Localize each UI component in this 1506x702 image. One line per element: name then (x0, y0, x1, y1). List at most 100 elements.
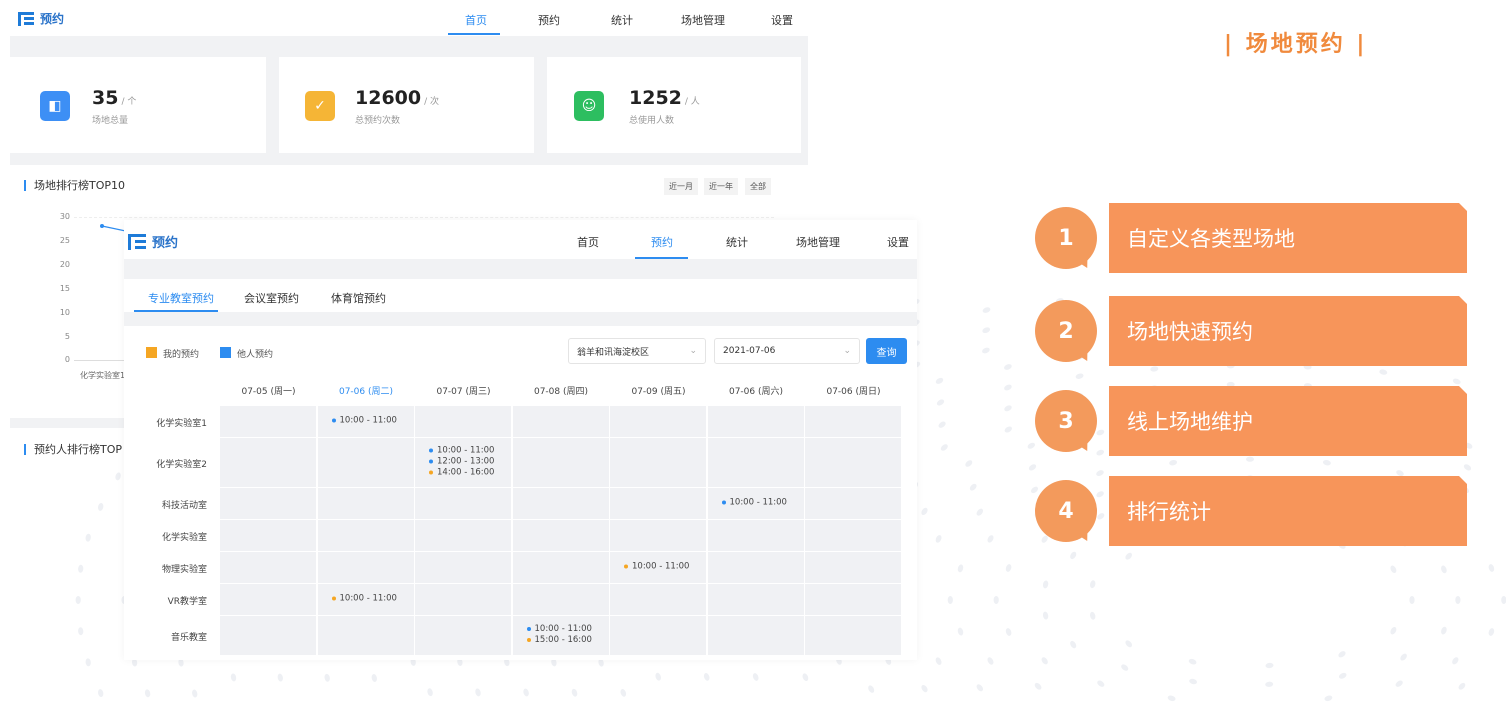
schedule-cell[interactable] (220, 584, 316, 615)
schedule-cell[interactable] (415, 488, 511, 519)
schedule-cell[interactable] (317, 438, 414, 487)
schedule-cell[interactable] (220, 616, 316, 655)
background-dot (1390, 626, 1397, 635)
background-dot (1246, 456, 1254, 462)
schedule-cell[interactable] (415, 584, 511, 615)
booking-slot[interactable]: 15:00 - 16:00 (526, 635, 592, 646)
schedule-cell[interactable] (220, 552, 316, 583)
banner-title: | 场地预约 | (1224, 32, 1368, 57)
schedule-cell[interactable] (707, 552, 804, 583)
nav-settings[interactable]: 设置 (771, 12, 793, 28)
background-dot (85, 533, 91, 542)
booking-slot[interactable]: 10:00 - 11:00 (331, 416, 397, 427)
schedule-cell[interactable] (707, 616, 804, 655)
schedule-cell[interactable] (805, 406, 901, 437)
schedule-cell[interactable] (805, 488, 901, 519)
range-month-button[interactable]: 近一月 (664, 178, 698, 195)
schedule-cell[interactable]: 10:00 - 11:00 (707, 488, 804, 519)
schedule-cell[interactable] (220, 488, 316, 519)
schedule-cell[interactable] (610, 438, 706, 487)
schedule-cell[interactable] (415, 552, 511, 583)
tab-classroom[interactable]: 专业教室预约 (148, 290, 214, 306)
schedule-cell[interactable]: 10:00 - 11:00 (317, 584, 414, 615)
feature-number: 4 (1035, 480, 1097, 542)
nav-venue-manage[interactable]: 场地管理 (681, 12, 725, 28)
range-all-button[interactable]: 全部 (745, 178, 771, 195)
background-dot (1034, 682, 1042, 690)
tab-meeting-room[interactable]: 会议室预约 (244, 290, 299, 306)
schedule-cell[interactable] (805, 552, 901, 583)
background-dot (230, 673, 237, 682)
app-logo[interactable]: 预约 (18, 10, 64, 27)
background-dot (1070, 640, 1077, 649)
schedule-cell[interactable] (610, 584, 706, 615)
schedule-cell[interactable] (610, 616, 706, 655)
schedule-cell[interactable] (415, 616, 511, 655)
schedule-cell[interactable] (317, 552, 414, 583)
background-dot (1452, 378, 1461, 385)
app-logo[interactable]: 预约 (128, 232, 178, 251)
schedule-cell[interactable] (805, 584, 901, 615)
schedule-cell[interactable] (415, 520, 511, 551)
booking-slot[interactable]: 10:00 - 11:00 (624, 562, 689, 573)
schedule-cell[interactable] (220, 406, 316, 437)
schedule-cell[interactable]: 10:00 - 11:00 15:00 - 16:00 (512, 616, 609, 655)
schedule-cell[interactable] (512, 520, 609, 551)
background-dot (969, 483, 977, 491)
room-label: 化学实验室1 (156, 418, 207, 429)
query-button[interactable]: 查询 (866, 338, 907, 364)
schedule-cell[interactable] (415, 406, 511, 437)
schedule-cell[interactable] (317, 616, 414, 655)
schedule-cell[interactable]: 10:00 - 11:00 12:00 - 13:00 14:00 - 16:00 (415, 438, 511, 487)
stat-label: 场地总量 (92, 116, 129, 126)
user-icon: ☺ (574, 91, 604, 121)
schedule-cell[interactable] (610, 520, 706, 551)
app-name: 预约 (152, 236, 179, 251)
nav-settings[interactable]: 设置 (887, 234, 909, 250)
schedule-cell[interactable] (707, 406, 804, 437)
schedule-cell[interactable] (512, 438, 609, 487)
schedule-cell[interactable] (805, 616, 901, 655)
nav-stats[interactable]: 统计 (726, 234, 748, 250)
booking-slot[interactable]: 12:00 - 13:00 (429, 457, 494, 468)
schedule-cell[interactable]: 10:00 - 11:00 (610, 552, 706, 583)
nav-stats[interactable]: 统计 (611, 12, 633, 28)
booking-slot[interactable]: 10:00 - 11:00 (526, 624, 592, 635)
nav-booking[interactable]: 预约 (651, 234, 673, 250)
schedule-cell[interactable] (805, 438, 901, 487)
schedule-cell[interactable] (707, 438, 804, 487)
range-year-button[interactable]: 近一年 (704, 178, 738, 195)
schedule-cell[interactable] (512, 552, 609, 583)
schedule-cell[interactable] (512, 406, 609, 437)
schedule-cell[interactable]: 10:00 - 11:00 (317, 406, 414, 437)
nav-home[interactable]: 首页 (577, 234, 599, 250)
date-select[interactable]: 2021-07-06 ⌄ (714, 338, 860, 364)
nav-booking[interactable]: 预约 (538, 12, 560, 28)
booking-slot[interactable]: 10:00 - 11:00 (721, 498, 787, 509)
schedule-cell[interactable] (317, 520, 414, 551)
schedule-cell[interactable] (707, 584, 804, 615)
schedule-cell[interactable] (610, 488, 706, 519)
schedule-cell[interactable] (512, 488, 609, 519)
schedule-cell[interactable] (707, 520, 804, 551)
background-dot (1070, 551, 1077, 560)
schedule-cell[interactable] (512, 584, 609, 615)
booking-slot[interactable]: 14:00 - 16:00 (429, 468, 494, 479)
legend-mine-label: 我的预约 (163, 350, 200, 360)
schedule-cell[interactable] (317, 488, 414, 519)
schedule-cell[interactable] (805, 520, 901, 551)
campus-select[interactable]: 翁羊和讯海淀校区 ⌄ (568, 338, 706, 364)
background-dot (1125, 640, 1133, 648)
tab-gym[interactable]: 体育馆预约 (331, 290, 386, 306)
booking-slot[interactable]: 10:00 - 11:00 (429, 446, 494, 457)
dot-icon (331, 418, 336, 423)
stat-value: 1252 (629, 87, 682, 109)
schedule-cell[interactable] (610, 406, 706, 437)
nav-home[interactable]: 首页 (465, 12, 487, 28)
background-dot (1005, 564, 1012, 572)
schedule-cell[interactable] (220, 438, 316, 487)
background-dot (1400, 653, 1407, 661)
schedule-cell[interactable] (220, 520, 316, 551)
booking-slot[interactable]: 10:00 - 11:00 (331, 594, 397, 605)
nav-venue-manage[interactable]: 场地管理 (796, 234, 840, 250)
